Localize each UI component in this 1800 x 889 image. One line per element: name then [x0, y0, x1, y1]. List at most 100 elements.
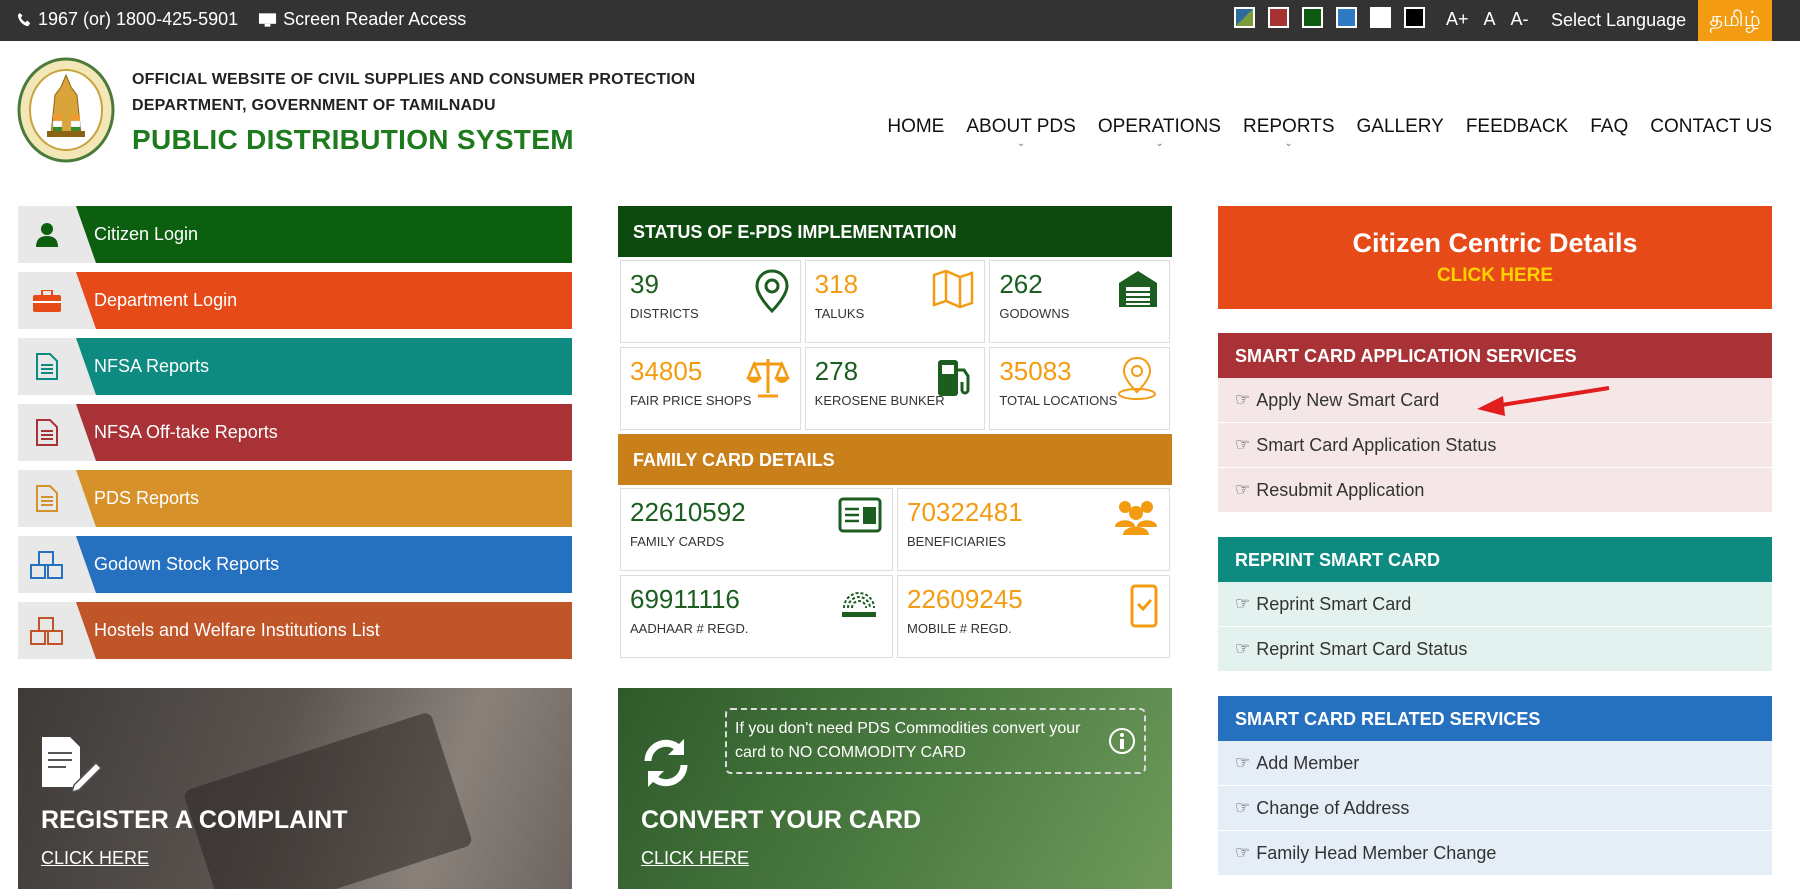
people-icon [1115, 501, 1157, 535]
epds-stats: 39 DISTRICTS 318 TALUKS 262 GODOWNS 3480… [618, 257, 1172, 433]
phone-icon [17, 12, 31, 27]
reprint-smart-card-section: REPRINT SMART CARD ☞ Reprint Smart Card … [1218, 537, 1772, 672]
theme-swatch-2[interactable] [1268, 7, 1289, 28]
stat-mobile-regd: 22609245 MOBILE # REGD. [897, 575, 1170, 658]
register-complaint-link[interactable]: CLICK HERE [41, 848, 149, 869]
mobile-icon [1130, 584, 1158, 628]
pds-reports-label: PDS Reports [94, 488, 200, 508]
resubmit-application-link[interactable]: ☞ Resubmit Application [1218, 468, 1772, 513]
chevron-down-icon: ⌄ [1155, 138, 1164, 149]
theme-switcher [1234, 7, 1425, 28]
warehouse-icon [1119, 271, 1157, 307]
family-card-title: FAMILY CARD DETAILS [618, 434, 1172, 485]
godown-stock-reports-button[interactable]: Godown Stock Reports [18, 536, 572, 593]
theme-swatch-5[interactable] [1370, 7, 1391, 28]
department-login-button[interactable]: Department Login [18, 272, 572, 329]
related-services-title: SMART CARD RELATED SERVICES [1218, 696, 1772, 741]
nav-about-pds[interactable]: ABOUT PDS ⌄ [966, 116, 1076, 149]
nav-gallery[interactable]: GALLERY [1357, 116, 1444, 138]
quick-links: Citizen Login Department Login NFSA Repo… [18, 206, 572, 668]
stat-beneficiaries: 70322481 BENEFICIARIES [897, 488, 1170, 571]
font-normal-button[interactable]: A [1484, 9, 1496, 30]
font-increase-button[interactable]: A+ [1446, 9, 1469, 30]
keyboard-graphic [182, 711, 474, 889]
citizen-centric-link[interactable]: CLICK HERE [1218, 265, 1772, 287]
document-edit-icon [42, 737, 102, 793]
apply-new-smart-card-link[interactable]: ☞ Apply New Smart Card [1218, 378, 1772, 423]
screen-reader-link[interactable]: Screen Reader Access [258, 9, 466, 30]
convert-card-title: CONVERT YOUR CARD [641, 806, 922, 834]
hand-pointer-icon: ☞ [1235, 639, 1251, 658]
add-member-link[interactable]: ☞ Add Member [1218, 741, 1772, 786]
add-member-label: Add Member [1256, 752, 1360, 773]
smart-card-application-status-label: Smart Card Application Status [1256, 434, 1497, 455]
monitor-icon [259, 12, 277, 27]
nav-contact-us-label: CONTACT US [1650, 116, 1772, 137]
theme-swatch-1[interactable] [1234, 7, 1255, 28]
screen-reader-label: Screen Reader Access [283, 9, 467, 29]
info-icon[interactable] [1108, 727, 1136, 755]
hostels-welfare-list-label: Hostels and Welfare Institutions List [94, 620, 380, 640]
register-complaint-banner[interactable]: REGISTER A COMPLAINT CLICK HERE [18, 688, 572, 889]
no-commodity-note: If you don't need PDS Commodities conver… [725, 708, 1146, 774]
stat-aadhaar-regd: 69911116 AADHAAR # REGD. [620, 575, 893, 658]
services-column: Citizen Centric Details CLICK HERE SMART… [1218, 206, 1772, 876]
org-line-1: OFFICIAL WEBSITE OF CIVIL SUPPLIES AND C… [132, 71, 696, 88]
nfsa-offtake-reports-button[interactable]: NFSA Off-take Reports [18, 404, 572, 461]
theme-swatch-3[interactable] [1302, 7, 1323, 28]
theme-swatch-6[interactable] [1404, 7, 1425, 28]
stat-kerosene-bunker: 278 KEROSENE BUNKER [804, 347, 986, 430]
nav-home[interactable]: HOME [887, 116, 944, 138]
stat-label: MOBILE # REGD. [907, 621, 1012, 636]
reprint-smart-card-label: Reprint Smart Card [1256, 593, 1412, 614]
tamil-language-button[interactable]: தமிழ் [1698, 0, 1772, 41]
citizen-login-button[interactable]: Citizen Login [18, 206, 572, 263]
site-title: PUBLIC DISTRIBUTION SYSTEM [132, 124, 574, 155]
convert-card-link[interactable]: CLICK HERE [641, 848, 749, 869]
smart-card-app-title: SMART CARD APPLICATION SERVICES [1218, 333, 1772, 378]
map-pin-icon [755, 269, 789, 313]
nav-contact-us[interactable]: CONTACT US [1650, 116, 1772, 138]
refresh-icon [644, 739, 688, 787]
nav-faq[interactable]: FAQ [1590, 116, 1628, 138]
org-name: OFFICIAL WEBSITE OF CIVIL SUPPLIES AND C… [132, 67, 695, 119]
hand-pointer-icon: ☞ [1235, 480, 1251, 499]
department-login-label: Department Login [94, 290, 238, 310]
font-decrease-button[interactable]: A- [1511, 9, 1529, 30]
nfsa-reports-button[interactable]: NFSA Reports [18, 338, 572, 395]
citizen-centric-banner[interactable]: Citizen Centric Details CLICK HERE [1218, 206, 1772, 309]
reprint-title: REPRINT SMART CARD [1218, 537, 1772, 582]
family-head-member-change-label: Family Head Member Change [1256, 842, 1497, 863]
nav-about-pds-label: ABOUT PDS [966, 116, 1076, 137]
reprint-smart-card-link[interactable]: ☞ Reprint Smart Card [1218, 582, 1772, 627]
nav-gallery-label: GALLERY [1356, 116, 1444, 137]
pds-reports-button[interactable]: PDS Reports [18, 470, 572, 527]
apply-new-smart-card-label: Apply New Smart Card [1256, 389, 1440, 410]
hand-pointer-icon: ☞ [1235, 390, 1251, 409]
top-bar: 1967 (or) 1800-425-5901 Screen Reader Ac… [0, 0, 1800, 41]
smart-card-application-status-link[interactable]: ☞ Smart Card Application Status [1218, 423, 1772, 468]
stat-fair-price-shops: 34805 FAIR PRICE SHOPS [620, 347, 801, 430]
fuel-pump-icon [938, 360, 970, 396]
convert-card-banner[interactable]: If you don't need PDS Commodities conver… [618, 688, 1172, 889]
select-language[interactable]: Select Language [1551, 10, 1686, 31]
stat-family-cards: 22610592 FAMILY CARDS [620, 488, 893, 571]
nav-operations[interactable]: OPERATIONS ⌄ [1098, 116, 1221, 149]
epds-status-panel: STATUS OF E-PDS IMPLEMENTATION 39 DISTRI… [618, 206, 1172, 661]
hostels-welfare-list-button[interactable]: Hostels and Welfare Institutions List [18, 602, 572, 659]
hand-pointer-icon: ☞ [1235, 435, 1251, 454]
helpline[interactable]: 1967 (or) 1800-425-5901 [17, 9, 238, 30]
godown-stock-reports-label: Godown Stock Reports [94, 554, 280, 574]
tamilnadu-emblem-logo[interactable] [17, 57, 116, 163]
nav-feedback[interactable]: FEEDBACK [1466, 116, 1568, 138]
main-nav: HOME ABOUT PDS ⌄ OPERATIONS ⌄ REPORTS ⌄ GAL… [887, 116, 1772, 149]
smart-card-related-services: SMART CARD RELATED SERVICES ☞ Add Member… [1218, 696, 1772, 876]
citizen-centric-title: Citizen Centric Details [1352, 228, 1638, 258]
resubmit-application-label: Resubmit Application [1256, 479, 1425, 500]
nav-reports[interactable]: REPORTS ⌄ [1243, 116, 1335, 149]
theme-swatch-4[interactable] [1336, 7, 1357, 28]
change-of-address-link[interactable]: ☞ Change of Address [1218, 786, 1772, 831]
location-icon [1118, 356, 1156, 400]
family-head-member-change-link[interactable]: ☞ Family Head Member Change [1218, 831, 1772, 876]
reprint-smart-card-status-link[interactable]: ☞ Reprint Smart Card Status [1218, 627, 1772, 672]
